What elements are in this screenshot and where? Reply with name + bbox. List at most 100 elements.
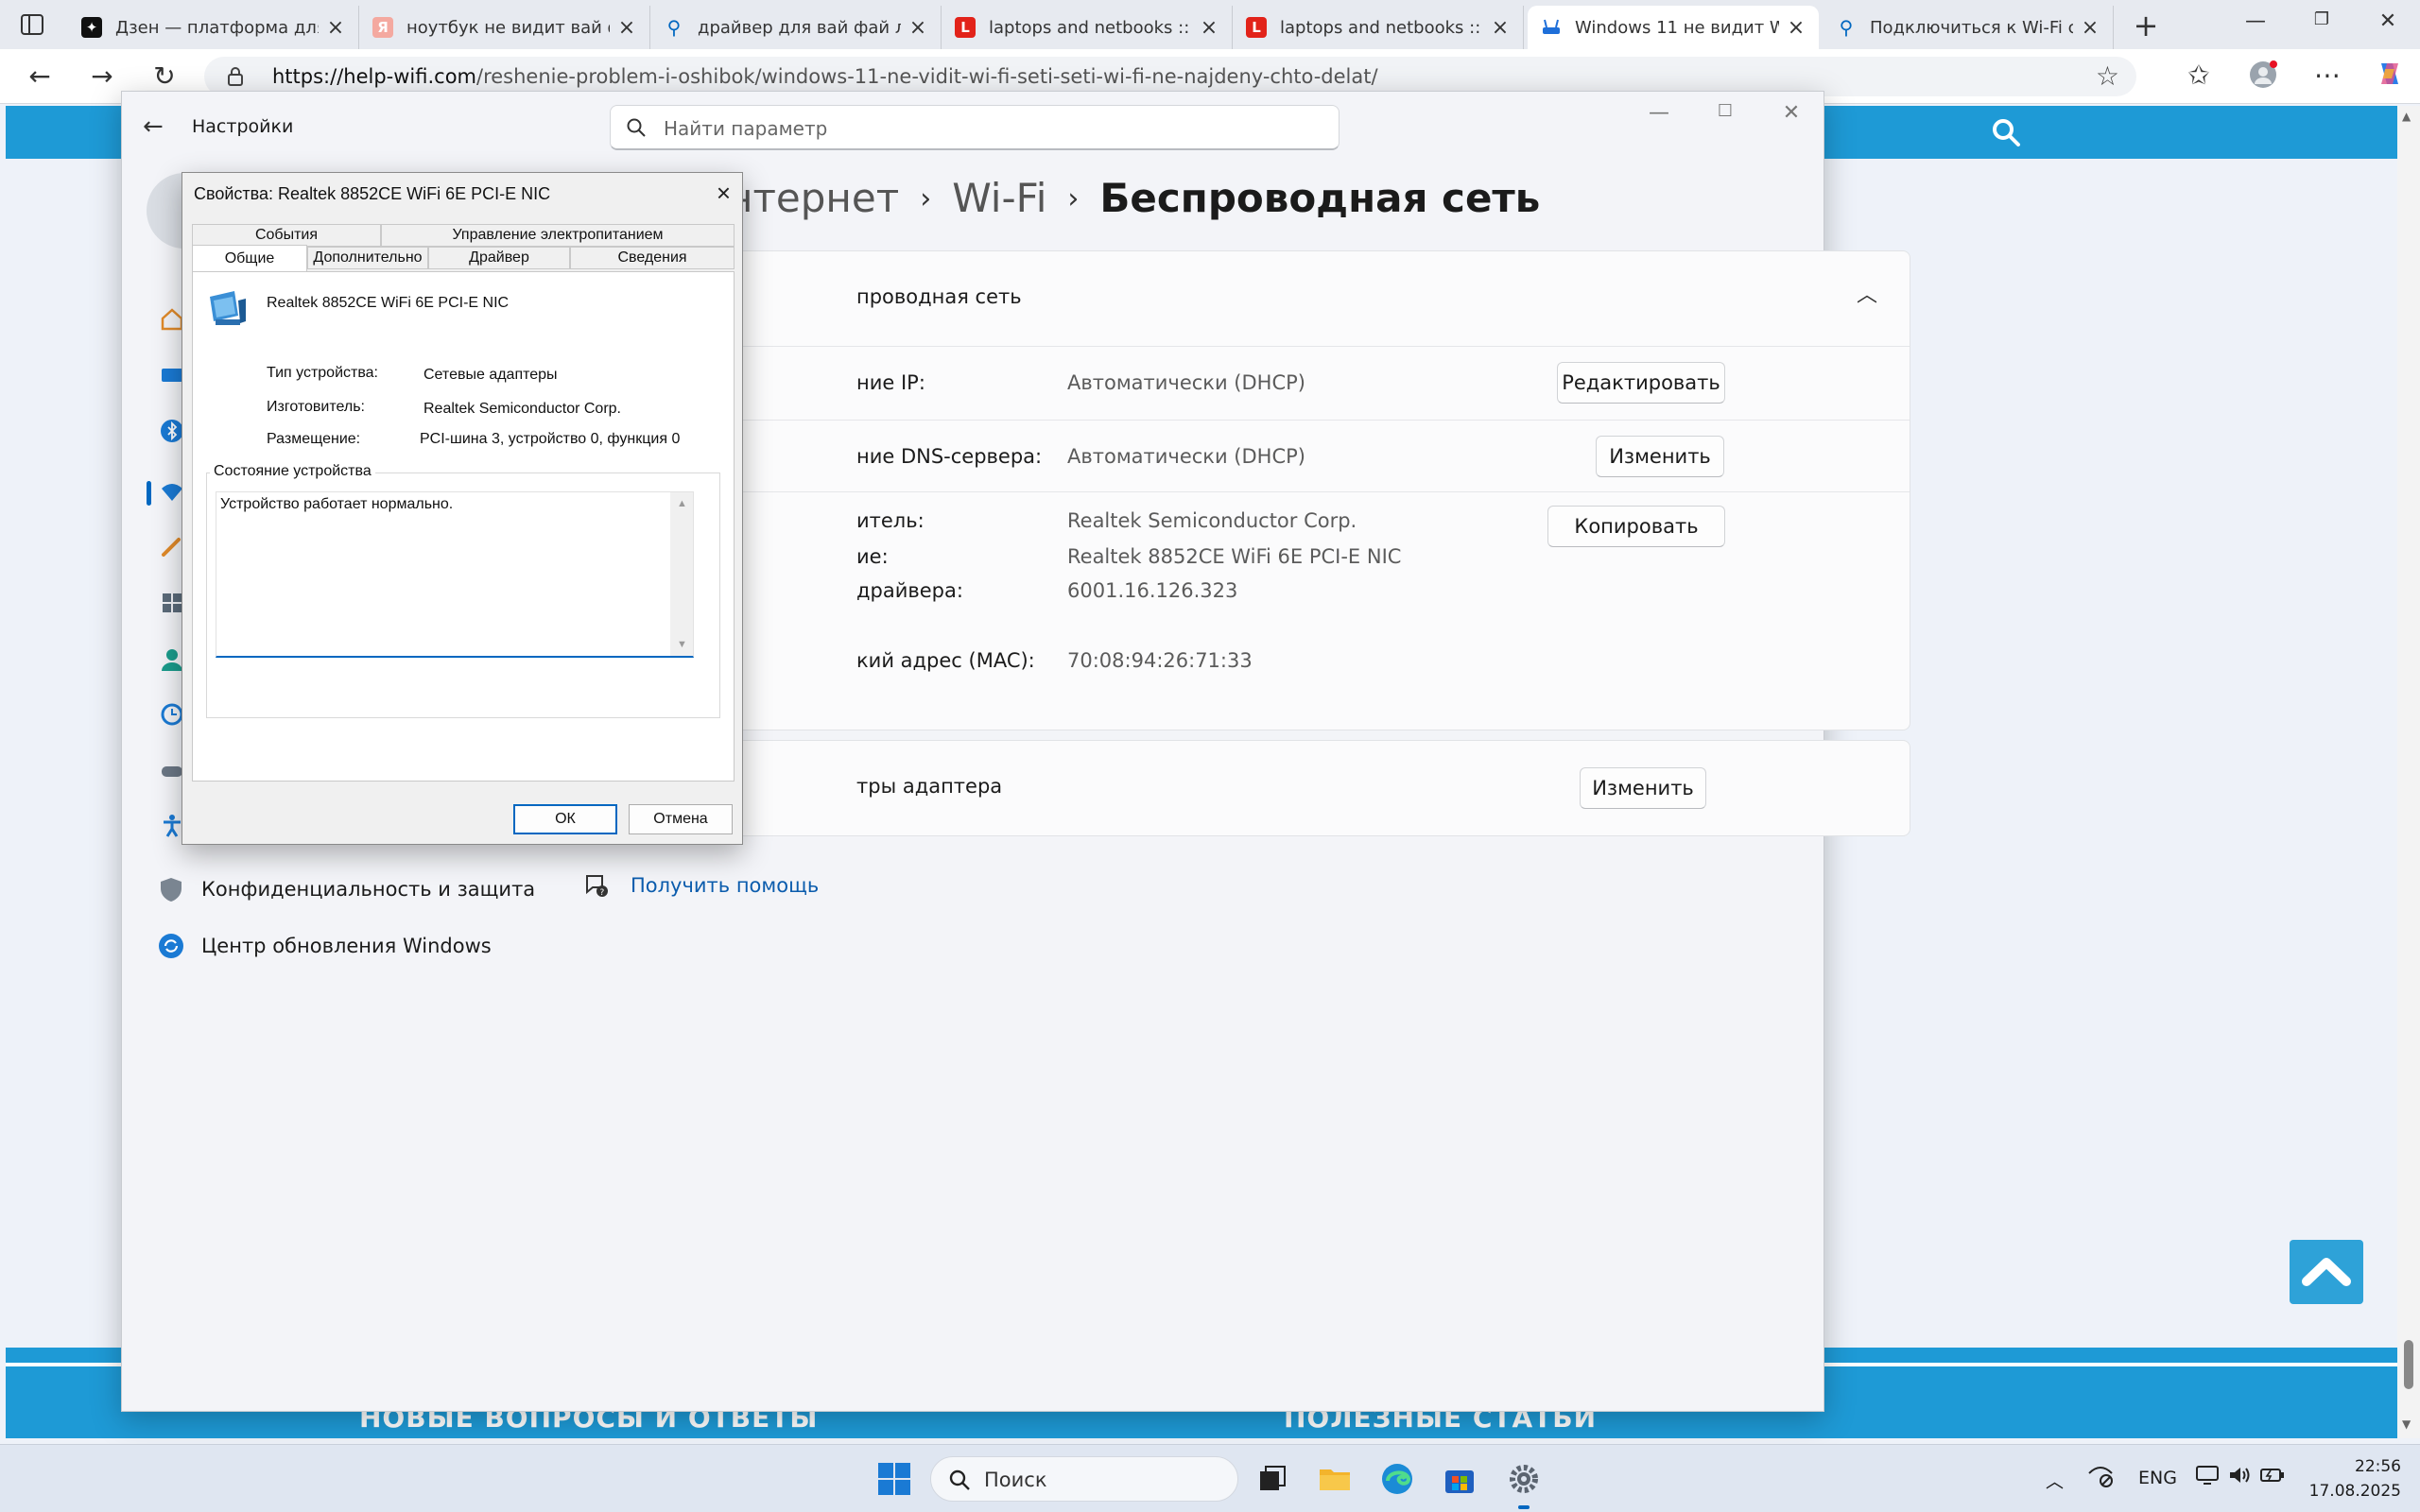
tab-events[interactable]: События	[192, 224, 381, 247]
edge-icon[interactable]	[1376, 1458, 1418, 1500]
tab-close-icon[interactable]: ×	[1200, 16, 1219, 40]
taskbar-search-input[interactable]: Поиск	[930, 1456, 1238, 1502]
description-value: Realtek 8852CE WiFi 6E PCI-E NIC	[1067, 545, 1402, 568]
cancel-button[interactable]: Отмена	[629, 804, 733, 834]
wireless-properties-card: проводная сеть ︿ ние IP: Автоматически (…	[685, 250, 1910, 730]
device-properties-dialog: Свойства: Realtek 8852CE WiFi 6E PCI-E N…	[182, 172, 743, 845]
nav-label: Центр обновления Windows	[201, 935, 492, 957]
nav-privacy-security[interactable]: Конфиденциальность и защита	[156, 868, 535, 910]
tab-close-icon[interactable]: ×	[908, 16, 927, 40]
close-icon[interactable]: ✕	[2369, 9, 2407, 33]
tab-actions-icon[interactable]	[19, 11, 47, 38]
lock-icon	[227, 66, 244, 87]
settings-maximize-icon[interactable]: ☐	[1706, 101, 1744, 121]
status-scrollbar[interactable]: ▲ ▼	[670, 492, 693, 656]
tab-title: Дзен — платформа для пр	[115, 17, 319, 38]
copilot-icon[interactable]	[2371, 60, 2409, 94]
edit-dns-button[interactable]: Изменить	[1596, 436, 1724, 477]
scroll-up-icon[interactable]: ▲	[2402, 110, 2411, 123]
profile-icon[interactable]	[2244, 60, 2282, 96]
settings-gear-icon[interactable]	[1503, 1458, 1545, 1500]
scroll-down-icon[interactable]: ▼	[677, 639, 687, 650]
tab-close-icon[interactable]: ×	[326, 16, 345, 40]
dialog-close-icon[interactable]: ×	[717, 179, 731, 208]
description-label: ие:	[856, 545, 889, 568]
tab-close-icon[interactable]: ×	[2081, 16, 2100, 40]
manufacturer-value: Realtek Semiconductor Corp.	[424, 401, 621, 417]
start-button[interactable]	[873, 1458, 915, 1500]
browser-tab[interactable]: L laptops and netbooks :: leg ×	[942, 6, 1233, 49]
site-search-icon[interactable]	[1989, 115, 2023, 149]
scrollbar-thumb[interactable]	[2404, 1340, 2413, 1389]
network-offline-icon[interactable]	[2087, 1464, 2114, 1493]
breadcrumb-network[interactable]: нтернет	[727, 175, 899, 221]
tab-title: laptops and netbooks :: leg	[1280, 17, 1483, 38]
battery-icon[interactable]	[2259, 1464, 2286, 1491]
tab-driver[interactable]: Драйвер	[428, 247, 570, 269]
page-scrollbar[interactable]: ▲ ▼	[2397, 106, 2420, 1438]
language-indicator[interactable]: ENG	[2138, 1468, 2177, 1488]
active-app-indicator	[1518, 1505, 1530, 1509]
network-adapter-icon	[206, 287, 250, 331]
get-help-link-row[interactable]: ? Получить помощь	[583, 872, 819, 899]
browser-tab[interactable]: ⚲ драйвер для вай фай лено ×	[650, 6, 942, 49]
zen-icon: ✦	[81, 17, 102, 38]
edit-adapter-button[interactable]: Изменить	[1580, 767, 1706, 809]
edit-ip-button[interactable]: Редактировать	[1557, 362, 1725, 404]
adapter-settings-card[interactable]: тры адаптера Изменить	[685, 740, 1910, 836]
tab-advanced[interactable]: Дополнительно	[307, 247, 428, 269]
tab-general[interactable]: Общие	[192, 245, 307, 271]
lenovo-icon: L	[955, 17, 976, 38]
scroll-up-icon[interactable]: ▲	[677, 498, 687, 509]
breadcrumb-wifi[interactable]: Wi-Fi	[952, 175, 1046, 221]
refresh-icon[interactable]: ↻	[146, 60, 183, 92]
more-options-icon[interactable]: ⋯	[2308, 60, 2346, 91]
location-label: Размещение:	[267, 431, 361, 447]
browser-tab[interactable]: ⚲ Подключиться к Wi-Fi с по ×	[1823, 6, 2114, 49]
device-status-textbox[interactable]: Устройство работает нормально. ▲ ▼	[216, 491, 694, 658]
system-clock[interactable]: 22:56 17.08.2025	[2307, 1454, 2401, 1503]
volume-icon[interactable]	[2227, 1464, 2252, 1491]
yandex-icon: Я	[372, 17, 393, 38]
forward-icon[interactable]: →	[83, 60, 121, 92]
browser-tab[interactable]: ✦ Дзен — платформа для пр ×	[68, 6, 359, 49]
new-tab-icon[interactable]: +	[2127, 8, 2165, 43]
copy-button[interactable]: Копировать	[1547, 506, 1725, 547]
tray-chevron-up-icon[interactable]: ︿	[2046, 1468, 2064, 1493]
tab-power-management[interactable]: Управление электропитанием	[381, 224, 735, 247]
favorite-star-icon[interactable]: ☆	[2096, 60, 2119, 92]
back-icon[interactable]: ←	[21, 60, 59, 92]
ok-button[interactable]: ОК	[513, 804, 617, 834]
search-icon: ⚲	[666, 16, 682, 39]
nav-windows-update[interactable]: Центр обновления Windows	[156, 925, 492, 967]
microsoft-store-icon[interactable]	[1439, 1458, 1480, 1500]
router-icon	[1541, 17, 1562, 38]
help-icon: ?	[583, 872, 610, 899]
manufacturer-label: Изготовитель:	[267, 399, 365, 415]
browser-tab-active[interactable]: Windows 11 не видит Wi-F ×	[1528, 6, 1819, 49]
page-title: Беспроводная сеть	[1099, 175, 1541, 221]
tab-details[interactable]: Сведения	[570, 247, 735, 269]
tab-close-icon[interactable]: ×	[617, 16, 636, 40]
settings-close-icon[interactable]: ✕	[1772, 101, 1810, 125]
scroll-to-top-button[interactable]	[2290, 1240, 2363, 1304]
display-icon[interactable]	[2195, 1464, 2220, 1491]
minimize-icon[interactable]: —	[2237, 9, 2274, 33]
taskbar-search-placeholder: Поиск	[984, 1469, 1047, 1491]
settings-minimize-icon[interactable]: —	[1640, 101, 1678, 125]
back-arrow-icon[interactable]: ←	[143, 112, 164, 141]
restore-icon[interactable]: ❐	[2303, 9, 2341, 29]
tab-close-icon[interactable]: ×	[1787, 16, 1806, 40]
chevron-up-icon[interactable]: ︿	[1857, 278, 1877, 308]
browser-tab[interactable]: L laptops and netbooks :: leg ×	[1233, 6, 1524, 49]
browser-tab[interactable]: Я ноутбук не видит вай фай ×	[359, 6, 650, 49]
settings-search-input[interactable]: Найти параметр	[610, 105, 1340, 150]
get-help-link[interactable]: Получить помощь	[631, 874, 819, 897]
tab-close-icon[interactable]: ×	[1491, 16, 1510, 40]
dns-label: ние DNS-сервера:	[856, 445, 1043, 468]
file-explorer-icon[interactable]	[1314, 1458, 1356, 1500]
location-value: PCI-шина 3, устройство 0, функция 0	[420, 431, 681, 447]
task-view-icon[interactable]	[1252, 1458, 1293, 1500]
scroll-down-icon[interactable]: ▼	[2402, 1418, 2411, 1431]
favorites-icon[interactable]: ✩	[2180, 60, 2218, 91]
